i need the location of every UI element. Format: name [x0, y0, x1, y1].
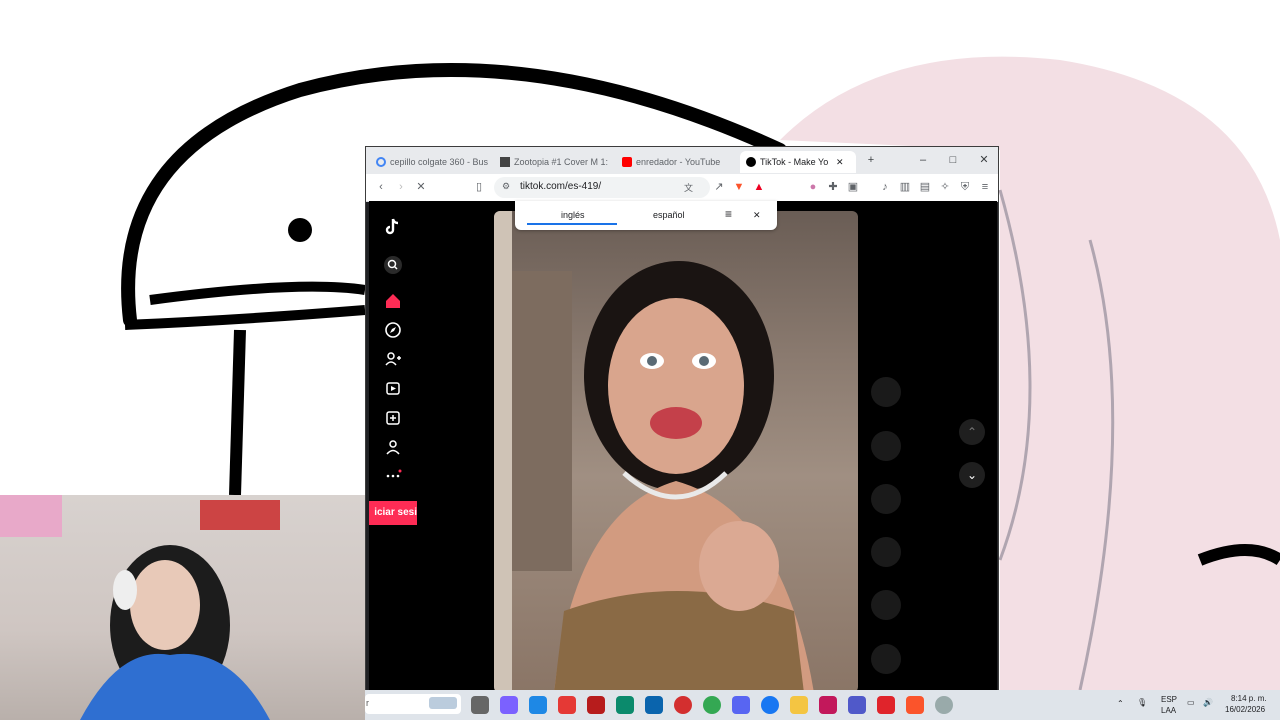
tab-google[interactable]: cepillo colgate 360 - Bus: [376, 151, 488, 173]
taskbar: r ⌃ 🎙 ESP LAA ▭ 🔊 8:14 p. m. 16/02/2026: [365, 690, 1280, 720]
language-code[interactable]: ESP: [1161, 695, 1177, 704]
more-icon[interactable]: [383, 465, 403, 485]
store-icon[interactable]: [529, 696, 547, 714]
app-icon[interactable]: [819, 696, 837, 714]
extensions-icon[interactable]: ✚: [826, 180, 840, 194]
back-icon[interactable]: ‹: [374, 180, 388, 194]
discord-icon[interactable]: [732, 696, 750, 714]
youtube-icon: [622, 157, 632, 167]
tray-overflow-icon[interactable]: ⌃: [1117, 699, 1124, 708]
following-icon[interactable]: [383, 349, 403, 369]
previous-video-button[interactable]: ⌃: [959, 419, 985, 445]
translate-close-icon[interactable]: ✕: [753, 210, 761, 221]
mail-icon[interactable]: [645, 696, 663, 714]
youtube-app-icon[interactable]: [558, 696, 576, 714]
teams-icon[interactable]: [848, 696, 866, 714]
new-tab-button[interactable]: +: [864, 153, 878, 167]
browser-window: cepillo colgate 360 - Bus Zootopia #1 Co…: [365, 146, 999, 692]
profile-icon[interactable]: [383, 437, 403, 457]
clock-date: 16/02/2026: [1225, 705, 1266, 714]
sound-button[interactable]: [871, 644, 901, 674]
music-icon[interactable]: ♪: [878, 180, 892, 194]
tiktok-logo-icon[interactable]: [383, 217, 403, 237]
brave-icon[interactable]: [906, 696, 924, 714]
vpn-icon[interactable]: ⛨: [958, 180, 972, 194]
film-icon: [500, 157, 510, 167]
settings-icon[interactable]: [935, 696, 953, 714]
microphone-icon[interactable]: 🎙: [1137, 698, 1147, 707]
site-info-icon[interactable]: ⚙: [502, 181, 510, 192]
tab-label: Zootopia #1 Cover M 1:1: [514, 157, 608, 167]
comment-button[interactable]: [871, 431, 901, 461]
video-frame: [494, 211, 814, 691]
wallet-icon[interactable]: ▤: [918, 180, 932, 194]
upload-icon[interactable]: [383, 408, 403, 428]
explore-icon[interactable]: [383, 320, 403, 340]
search-hint: r: [366, 698, 369, 708]
google-icon: [376, 157, 386, 167]
home-icon[interactable]: [383, 291, 403, 311]
close-window-button[interactable]: ✕: [977, 153, 991, 167]
netflix-icon[interactable]: [587, 696, 605, 714]
brave-shields-icon[interactable]: ▼: [732, 180, 746, 194]
login-button[interactable]: iciar sesi: [369, 501, 417, 525]
menu-icon[interactable]: ≡: [978, 180, 992, 194]
leo-icon[interactable]: ✧: [938, 180, 952, 194]
address-bar[interactable]: ⚙ tiktok.com/es-419/ 文: [494, 177, 710, 198]
active-tab-indicator: [527, 223, 617, 225]
acrobat-icon[interactable]: [877, 696, 895, 714]
translate-icon[interactable]: 文: [684, 181, 693, 194]
streamer-image: [0, 495, 280, 720]
webcam-overlay: [0, 495, 365, 720]
tab-zootopia[interactable]: Zootopia #1 Cover M 1:1: [500, 151, 608, 173]
maximize-button[interactable]: □: [946, 153, 960, 167]
brave-rewards-icon[interactable]: ▲: [752, 180, 766, 194]
music-disc-button[interactable]: [871, 590, 901, 620]
translate-popup: inglés español ≡ ✕: [515, 201, 777, 230]
bookmark-icon[interactable]: ▯: [472, 180, 486, 194]
copilot-icon[interactable]: [500, 696, 518, 714]
facebook-icon[interactable]: [761, 696, 779, 714]
live-icon[interactable]: [383, 378, 403, 398]
tab-youtube[interactable]: enredador - YouTube: [622, 151, 732, 173]
save-button[interactable]: [871, 484, 901, 514]
tiktok-page: iciar sesi ⌃ ⌄ inglés español ≡ ✕: [369, 201, 997, 691]
tab-label: TikTok - Make Yo: [760, 157, 829, 167]
tab-label: cepillo colgate 360 - Bus: [390, 157, 488, 167]
next-video-button[interactable]: ⌄: [959, 462, 985, 488]
search-icon[interactable]: [383, 255, 403, 275]
file-explorer-icon[interactable]: [790, 696, 808, 714]
translate-menu-icon[interactable]: ≡: [725, 207, 732, 221]
chrome-icon[interactable]: [703, 696, 721, 714]
stop-icon[interactable]: ✕: [414, 180, 428, 194]
volume-icon[interactable]: 🔊: [1203, 698, 1213, 707]
opera-icon[interactable]: [674, 696, 692, 714]
sidebar-icon[interactable]: ▥: [898, 180, 912, 194]
search-highlight-icon: [429, 697, 457, 709]
share-icon[interactable]: ↗: [712, 180, 726, 194]
forward-icon[interactable]: ›: [394, 180, 408, 194]
edge-icon[interactable]: [616, 696, 634, 714]
tab-tiktok[interactable]: TikTok - Make Yo ✕: [740, 151, 856, 173]
browser-toolbar: ‹ › ✕ ▯ ⚙ tiktok.com/es-419/ 文 ↗ ▼ ▲ ● ✚…: [366, 174, 998, 202]
like-button[interactable]: [871, 377, 901, 407]
tab-label: enredador - YouTube: [636, 157, 721, 167]
tab-close-icon[interactable]: ✕: [836, 157, 844, 168]
tiktok-sidebar: iciar sesi: [369, 201, 417, 691]
tab-bar: cepillo colgate 360 - Bus Zootopia #1 Co…: [366, 147, 998, 174]
translate-from-tab[interactable]: inglés: [561, 210, 585, 220]
tiktok-tab-icon: [746, 157, 756, 167]
url-text: tiktok.com/es-419/: [520, 181, 602, 192]
display-icon[interactable]: ▭: [1187, 698, 1195, 707]
minimize-button[interactable]: –: [916, 153, 930, 167]
video-player[interactable]: [494, 211, 858, 691]
translate-to-tab[interactable]: español: [653, 210, 685, 220]
share-button[interactable]: [871, 537, 901, 567]
taskbar-search[interactable]: r: [365, 694, 461, 714]
clock-time[interactable]: 8:14 p. m.: [1231, 694, 1267, 703]
screenshot-icon[interactable]: ▣: [846, 180, 860, 194]
task-view-icon[interactable]: [471, 696, 489, 714]
language-region: LAA: [1161, 706, 1177, 715]
extension-color-icon[interactable]: ●: [806, 180, 820, 194]
